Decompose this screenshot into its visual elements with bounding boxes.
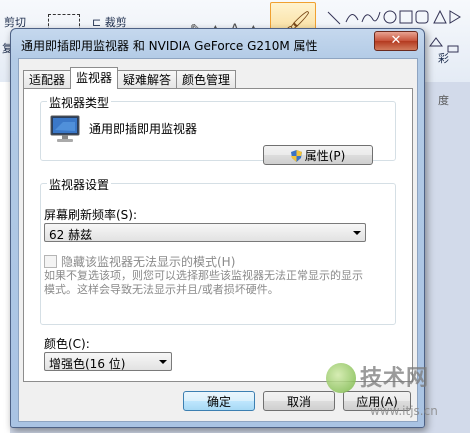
tab-adapter[interactable]: 适配器 bbox=[23, 70, 72, 89]
cancel-button-label: 取消 bbox=[286, 395, 311, 409]
refresh-rate-select[interactable]: 62 赫兹 bbox=[44, 223, 366, 242]
ok-button-label: 确定 bbox=[206, 395, 231, 409]
shield-icon bbox=[290, 150, 302, 162]
monitor-type-label: 监视器类型 bbox=[47, 94, 112, 111]
tab-strip: 适配器 监视器 疑难解答 颜色管理 bbox=[23, 67, 237, 89]
dialog-titlebar[interactable]: 通用即插即用监视器 和 NVIDIA GeForce G210M 属性 ✕ bbox=[11, 29, 424, 57]
monitor-icon bbox=[50, 115, 80, 142]
hide-modes-label: 隐藏该监视器无法显示的模式(H) bbox=[61, 255, 236, 269]
hide-modes-checkbox[interactable] bbox=[44, 255, 57, 268]
refresh-rate-value: 62 赫兹 bbox=[49, 228, 93, 242]
tab-color-management[interactable]: 颜色管理 bbox=[176, 70, 237, 89]
watermark-url: www.itjs.cn bbox=[370, 404, 438, 418]
dialog-title: 通用即插即用监视器 和 NVIDIA GeForce G210M 属性 bbox=[21, 39, 318, 53]
color-depth-select[interactable]: 增强色(16 位) bbox=[44, 352, 172, 371]
watermark-logo bbox=[326, 363, 356, 393]
close-button[interactable]: ✕ bbox=[374, 31, 418, 51]
color-depth-value: 增强色(16 位) bbox=[49, 357, 126, 371]
help-text: 如果不复选该项，则您可以选择那些该监视器无法正常显示的显示模式。这样会导致无法显… bbox=[44, 269, 363, 296]
monitor-name: 通用即插即用监视器 bbox=[89, 122, 198, 136]
tab-troubleshoot[interactable]: 疑难解答 bbox=[117, 70, 178, 89]
properties-button[interactable]: 属性(P) bbox=[263, 145, 373, 165]
middle-fragment: 度 bbox=[438, 94, 449, 107]
watermark-site-name: 技术网 bbox=[360, 366, 430, 391]
properties-button-label: 属性(P) bbox=[304, 149, 346, 163]
hide-modes-checkbox-row[interactable]: 隐藏该监视器无法显示的模式(H) bbox=[44, 253, 235, 270]
ok-button[interactable]: 确定 bbox=[183, 391, 255, 411]
monitor-settings-label: 监视器设置 bbox=[47, 176, 112, 193]
close-icon: ✕ bbox=[390, 33, 402, 48]
refresh-rate-label: 屏幕刷新频率(S): bbox=[44, 208, 138, 222]
right-fragment: 彩 bbox=[438, 52, 449, 65]
color-label: 颜色(C): bbox=[44, 337, 90, 351]
chevron-down-icon bbox=[159, 360, 167, 364]
tab-monitor[interactable]: 监视器 bbox=[70, 67, 119, 89]
dialog-client: 适配器 监视器 疑难解答 颜色管理 监视器类型 通用即插即用监视器 属性(P) … bbox=[18, 58, 418, 422]
chevron-down-icon bbox=[353, 231, 361, 235]
canvas-margin bbox=[0, 82, 10, 433]
monitor-type-group: 监视器类型 通用即插即用监视器 属性(P) bbox=[40, 94, 396, 165]
monitor-tab-panel: 监视器类型 通用即插即用监视器 属性(P) 监视器设置 屏幕刷新频率(S): 6… bbox=[23, 88, 413, 382]
cancel-button[interactable]: 取消 bbox=[263, 391, 335, 411]
